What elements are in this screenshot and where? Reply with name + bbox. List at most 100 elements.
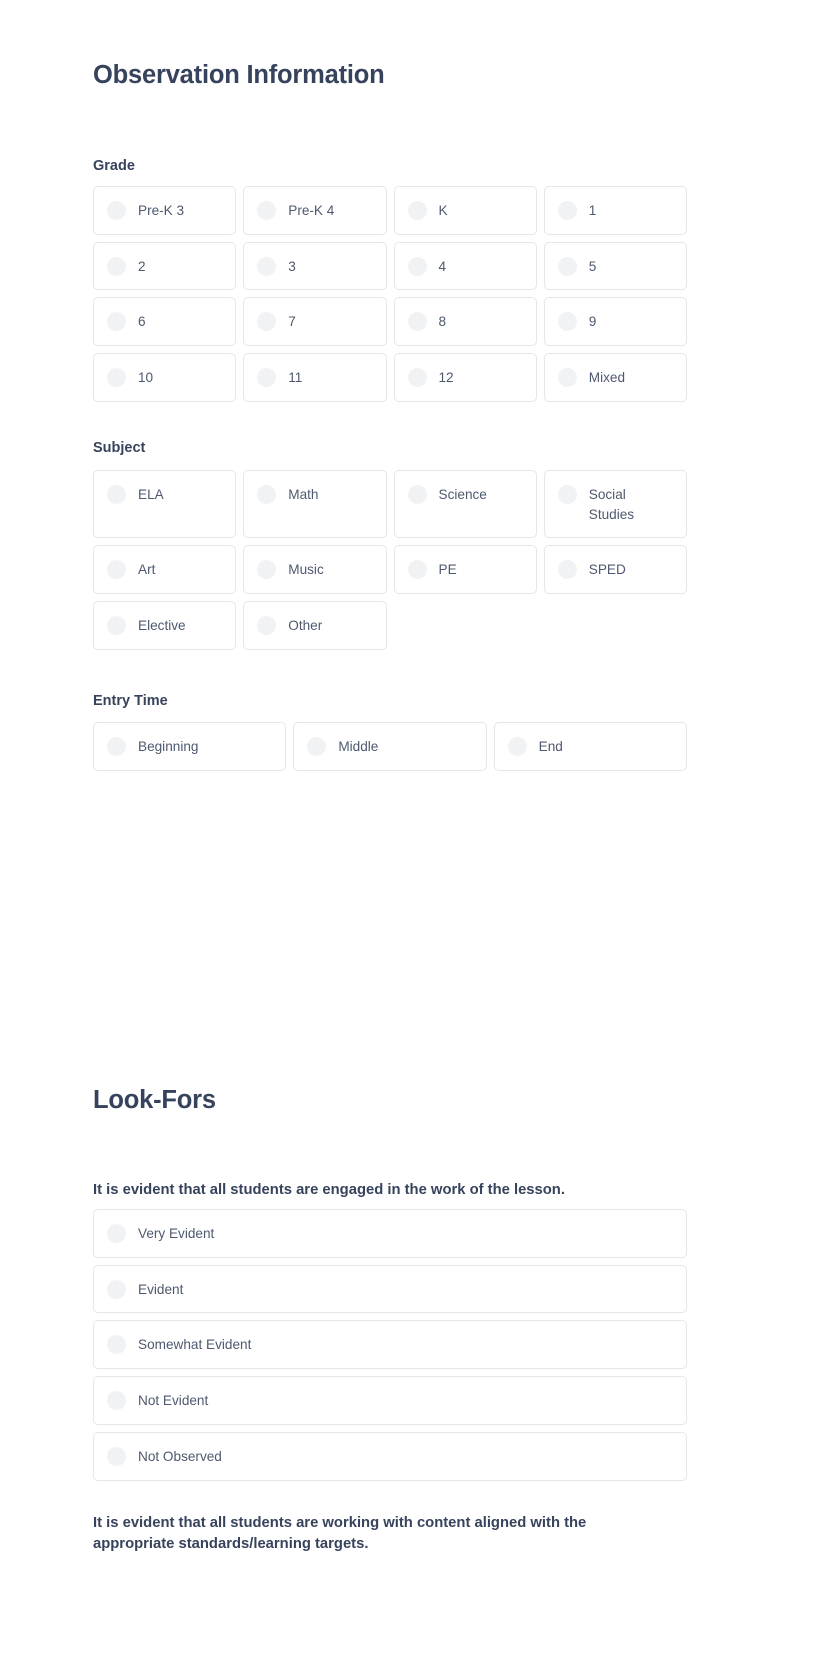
radio-circle-icon[interactable]: [307, 737, 327, 756]
entry-time-option[interactable]: Beginning: [93, 722, 287, 771]
subject-option[interactable]: Art: [93, 545, 237, 595]
radio-circle-icon[interactable]: [257, 616, 277, 636]
radio-circle-icon[interactable]: [107, 256, 126, 276]
radio-circle-icon[interactable]: [557, 368, 577, 388]
subject-option[interactable]: Music: [243, 545, 387, 595]
grade-option-label: 6: [138, 314, 146, 330]
entry-time-option[interactable]: End: [493, 722, 687, 771]
radio-circle-icon[interactable]: [107, 560, 126, 580]
radio-circle-icon[interactable]: [107, 737, 126, 756]
entry-time-option-label: Beginning: [138, 739, 199, 754]
radio-circle-icon[interactable]: [107, 1391, 126, 1411]
grade-option[interactable]: 11: [243, 353, 387, 402]
radio-circle-icon[interactable]: [107, 1279, 126, 1299]
radio-circle-icon[interactable]: [557, 312, 577, 332]
subject-option[interactable]: Social Studies: [543, 470, 687, 539]
subject-option-label: Elective: [138, 618, 186, 634]
grade-option[interactable]: 12: [393, 353, 537, 402]
grade-option-label: 5: [588, 258, 597, 274]
radio-circle-icon[interactable]: [257, 201, 277, 220]
grade-option[interactable]: 9: [543, 297, 687, 347]
grade-option[interactable]: 5: [543, 241, 687, 291]
subject-options-grid: ELA Math Science Social Studies Art Music PE SP…: [93, 470, 687, 650]
grade-option[interactable]: 8: [393, 297, 537, 347]
page-title: Observation Information: [93, 61, 385, 89]
radio-circle-icon[interactable]: [407, 312, 427, 332]
entry-time-option-label: End: [538, 739, 563, 754]
radio-circle-icon[interactable]: [107, 1335, 126, 1355]
radio-circle-icon[interactable]: [407, 485, 427, 504]
grade-option[interactable]: 6: [93, 297, 237, 347]
radio-circle-icon[interactable]: [257, 485, 277, 504]
look-for-1-option-label: Very Evident: [138, 1226, 215, 1241]
subject-option-label: Science: [438, 487, 487, 502]
radio-circle-icon[interactable]: [407, 560, 427, 580]
grade-option[interactable]: Pre-K 4: [243, 186, 387, 235]
subject-option[interactable]: Science: [393, 470, 537, 539]
look-for-1-option-label: Somewhat Evident: [138, 1337, 252, 1353]
grade-option[interactable]: 10: [93, 353, 237, 402]
radio-circle-icon[interactable]: [407, 256, 427, 276]
grade-option[interactable]: 1: [543, 186, 687, 235]
radio-circle-icon[interactable]: [507, 737, 527, 756]
radio-circle-icon[interactable]: [107, 485, 126, 504]
subject-option[interactable]: Other: [243, 601, 387, 650]
entry-time-option-label: Middle: [338, 739, 379, 754]
grade-option-label: 8: [438, 314, 447, 330]
subject-option-label: Math: [288, 487, 319, 502]
radio-circle-icon[interactable]: [407, 201, 427, 220]
grade-option-label: 4: [438, 258, 447, 274]
subject-option-label: SPED: [588, 562, 626, 578]
radio-circle-icon[interactable]: [257, 368, 277, 388]
radio-circle-icon[interactable]: [107, 616, 126, 636]
radio-circle-icon[interactable]: [407, 368, 427, 388]
subject-option-label: Art: [138, 562, 156, 578]
subject-option-label: Music: [288, 562, 324, 578]
radio-circle-icon[interactable]: [257, 256, 277, 276]
radio-circle-icon[interactable]: [257, 312, 277, 332]
radio-circle-icon[interactable]: [557, 201, 577, 220]
radio-circle-icon[interactable]: [107, 201, 126, 220]
grade-option-label: 10: [138, 370, 154, 386]
radio-circle-icon[interactable]: [107, 1224, 126, 1243]
grade-option[interactable]: K: [393, 186, 537, 235]
radio-circle-icon[interactable]: [557, 560, 577, 580]
grade-options-grid: Pre-K 3 Pre-K 4 K 1 2 3 4 5 6 7 8 9 10 11 12 Mixed: [93, 186, 687, 402]
subject-option[interactable]: Elective: [93, 601, 237, 650]
look-for-1-option[interactable]: Very Evident: [93, 1209, 687, 1258]
grade-option[interactable]: Pre-K 3: [93, 186, 237, 235]
look-for-1-option[interactable]: Not Evident: [93, 1376, 687, 1425]
grade-option[interactable]: Mixed: [543, 353, 687, 402]
entry-time-options-grid: Beginning Middle End: [93, 722, 687, 771]
radio-circle-icon[interactable]: [257, 560, 277, 580]
look-for-1-option[interactable]: Not Observed: [93, 1431, 687, 1481]
grade-option-label: 12: [438, 370, 454, 386]
subject-option[interactable]: SPED: [543, 545, 687, 595]
look-for-1-option[interactable]: Evident: [93, 1264, 687, 1314]
look-for-1-option-label: Evident: [138, 1281, 184, 1297]
look-fors-title: Look-Fors: [93, 1086, 216, 1114]
grade-option-label: Pre-K 4: [288, 203, 335, 218]
radio-circle-icon[interactable]: [107, 312, 126, 332]
radio-circle-icon[interactable]: [107, 368, 126, 388]
entry-time-option[interactable]: Middle: [293, 722, 487, 771]
radio-circle-icon[interactable]: [557, 485, 577, 504]
subject-option[interactable]: Math: [243, 470, 387, 539]
grade-option-label: 1: [588, 203, 597, 218]
grade-option[interactable]: 3: [243, 241, 387, 291]
grade-option[interactable]: 2: [93, 241, 237, 291]
grade-option[interactable]: 4: [393, 241, 537, 291]
grade-option-label: 3: [288, 258, 296, 274]
look-for-question-1-text: It is evident that all students are enga…: [93, 1182, 565, 1198]
subject-field-label: Subject: [93, 440, 146, 456]
subject-option[interactable]: ELA: [93, 470, 237, 539]
look-for-1-option[interactable]: Somewhat Evident: [93, 1320, 687, 1370]
look-for-1-option-label: Not Evident: [138, 1393, 209, 1409]
grade-option-label: Mixed: [588, 370, 626, 386]
radio-circle-icon[interactable]: [557, 256, 577, 276]
grade-option[interactable]: 7: [243, 297, 387, 347]
radio-circle-icon[interactable]: [107, 1446, 126, 1466]
subject-option[interactable]: PE: [393, 545, 537, 595]
grade-option-label: K: [438, 203, 448, 218]
look-for-question-2-text: It is evident that all students are work…: [93, 1515, 587, 1553]
